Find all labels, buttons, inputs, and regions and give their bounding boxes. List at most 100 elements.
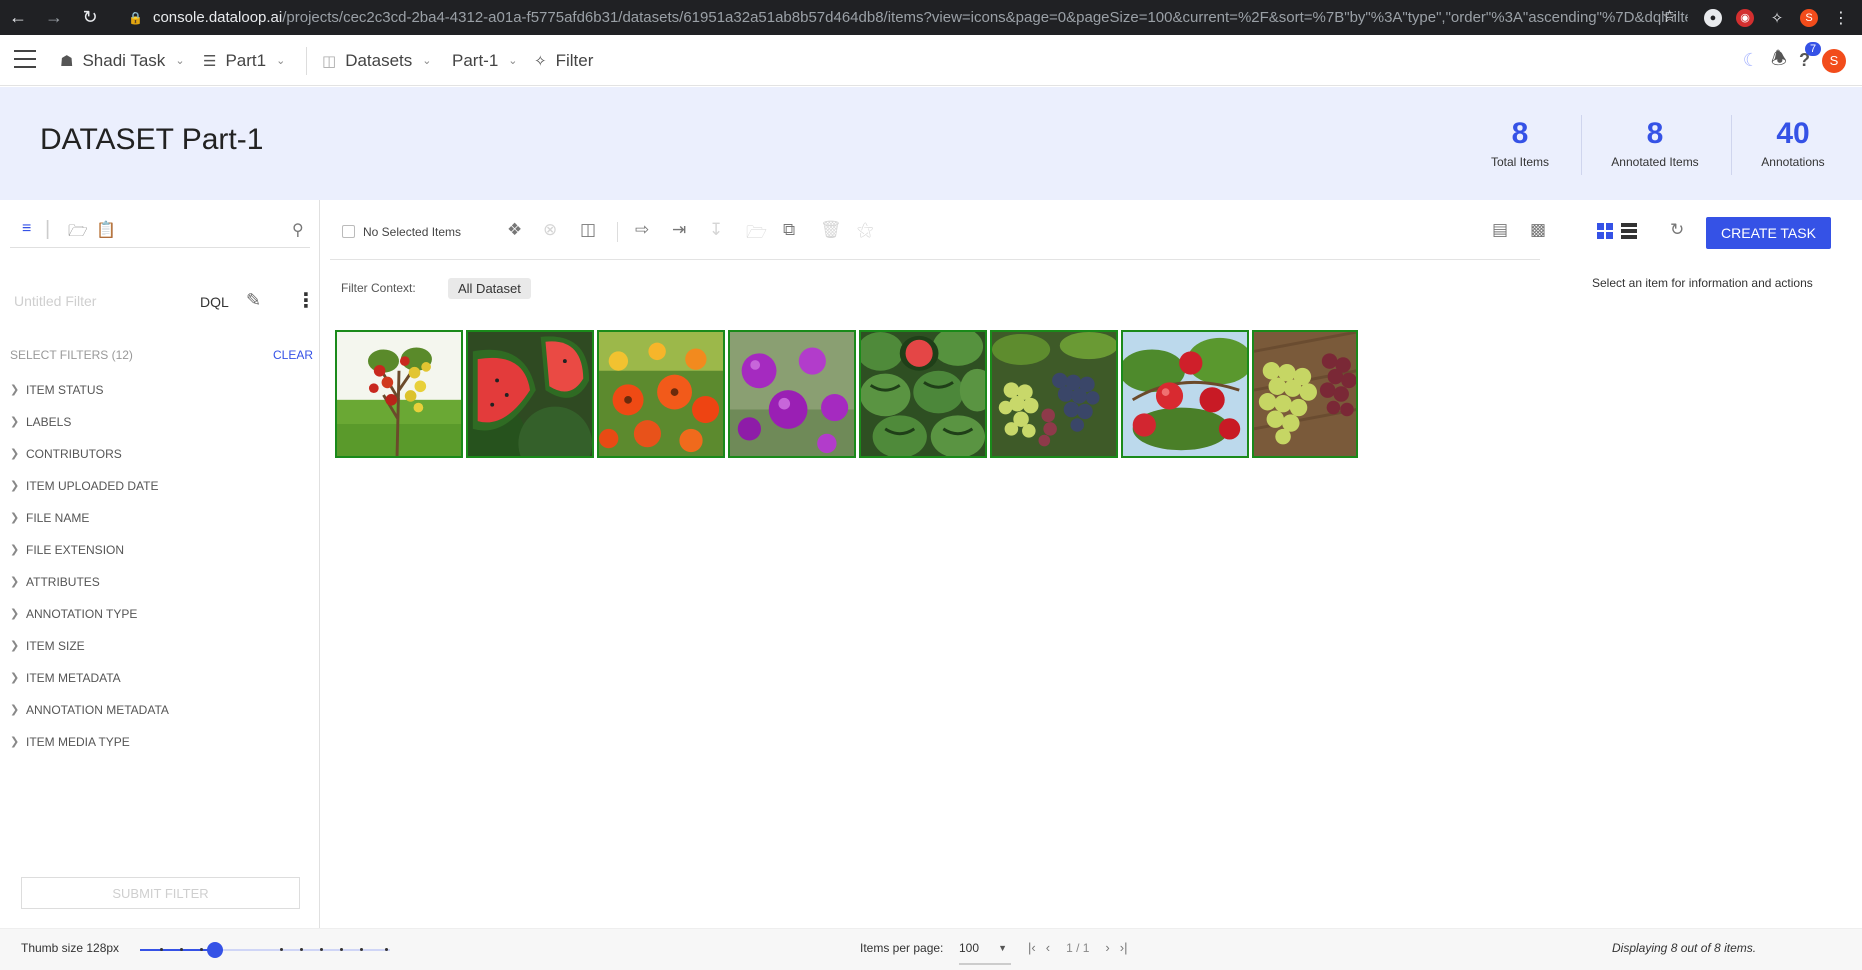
- search-icon[interactable]: ⚲: [292, 220, 304, 240]
- filter-context-chip[interactable]: All Dataset: [448, 278, 531, 299]
- filter-item[interactable]: ❯ ITEM SIZE: [10, 639, 169, 671]
- first-page-icon[interactable]: |‹: [1028, 940, 1036, 955]
- address-bar[interactable]: 🔒 console.dataloop.ai/projects/cec2c3cd-…: [118, 4, 1688, 31]
- submit-filter-button[interactable]: SUBMIT FILTER: [21, 877, 300, 909]
- filter-item-label: ITEM SIZE: [26, 639, 85, 653]
- filter-item-label: ITEM MEDIA TYPE: [26, 735, 130, 749]
- tag-icon[interactable]: ❖: [507, 220, 522, 240]
- details-panel-icon[interactable]: ▤: [1492, 220, 1508, 240]
- filter-item-label: ANNOTATION METADATA: [26, 703, 169, 717]
- filter-item-label: ITEM UPLOADED DATE: [26, 479, 159, 493]
- select-all-checkbox[interactable]: [342, 225, 355, 238]
- thumb-size-slider[interactable]: [140, 942, 390, 958]
- chevron-down-icon: ⌄: [276, 55, 286, 67]
- chevron-right-icon: ❯: [10, 480, 20, 492]
- filter-item[interactable]: ❯ CONTRIBUTORS: [10, 447, 169, 479]
- extension-shield-icon[interactable]: ●: [1704, 8, 1722, 27]
- project-selector[interactable]: ☗ Shadi Task ⌄: [60, 35, 185, 86]
- slider-tick: [200, 948, 203, 951]
- items-per-page-label: Items per page:: [860, 941, 944, 955]
- slider-fill: [140, 949, 215, 951]
- item-thumbnail[interactable]: [990, 330, 1118, 458]
- next-page-icon[interactable]: ›: [1105, 940, 1109, 955]
- filter-item[interactable]: ❯ ANNOTATION METADATA: [10, 703, 169, 735]
- filter-item[interactable]: ❯ FILE EXTENSION: [10, 543, 169, 575]
- item-thumbnail[interactable]: [728, 330, 856, 458]
- back-icon[interactable]: ←: [0, 0, 36, 35]
- filter-item-label: ATTRIBUTES: [26, 575, 100, 589]
- chevron-right-icon: ❯: [10, 416, 20, 428]
- filter-breadcrumb[interactable]: ✧ Filter: [534, 35, 593, 86]
- hamburger-menu-icon[interactable]: [14, 50, 36, 68]
- caret-down-icon: ▼: [998, 943, 1007, 953]
- more-options-icon[interactable]: ⋮: [296, 288, 316, 313]
- create-task-button[interactable]: CREATE TASK: [1706, 217, 1831, 249]
- filter-item[interactable]: ❯ ITEM METADATA: [10, 671, 169, 703]
- help-icon[interactable]: ? 7: [1799, 42, 1822, 71]
- folder-icon[interactable]: 🗁: [68, 220, 88, 247]
- clear-filters-button[interactable]: CLEAR: [273, 348, 313, 362]
- reload-icon[interactable]: ↻: [72, 0, 108, 35]
- stat-divider: [1581, 115, 1582, 175]
- filter-name-input[interactable]: Untitled Filter: [14, 293, 96, 309]
- item-thumbnail[interactable]: [466, 330, 594, 458]
- stat-label: Total Items: [1490, 155, 1550, 169]
- chevron-down-icon: ⌄: [422, 55, 432, 67]
- items-count-text: Displaying 8 out of 8 items.: [1612, 941, 1757, 955]
- filter-item-label: ITEM STATUS: [26, 383, 104, 397]
- filter-item[interactable]: ❯ FILE NAME: [10, 511, 169, 543]
- clone-icon[interactable]: ⧉: [783, 220, 795, 240]
- move-in-icon[interactable]: ⇨: [635, 220, 649, 240]
- extension-record-icon[interactable]: ◉: [1736, 8, 1754, 27]
- browser-profile-avatar[interactable]: S: [1800, 8, 1818, 27]
- slider-knob[interactable]: [207, 942, 223, 958]
- forward-icon[interactable]: →: [36, 0, 72, 35]
- filters-sliders-icon[interactable]: ≡: [22, 220, 31, 238]
- item-thumbnail[interactable]: [597, 330, 725, 458]
- filter-item[interactable]: ❯ ITEM UPLOADED DATE: [10, 479, 169, 511]
- annotate-icon[interactable]: ◫: [580, 220, 596, 240]
- analytics-chart-icon[interactable]: ▩: [1530, 220, 1546, 240]
- filter-item[interactable]: ❯ LABELS: [10, 415, 169, 447]
- layers-icon: ☰: [203, 52, 217, 70]
- edit-pencil-icon[interactable]: ✎: [246, 290, 261, 311]
- extensions-puzzle-icon[interactable]: ✧: [1768, 9, 1786, 27]
- list-view-icon[interactable]: [1621, 223, 1637, 239]
- filter-context-label: Filter Context:: [341, 281, 416, 295]
- filter-item[interactable]: ❯ ATTRIBUTES: [10, 575, 169, 607]
- last-page-icon[interactable]: ›|: [1120, 940, 1128, 955]
- info-panel-hint: Select an item for information and actio…: [1592, 276, 1813, 290]
- refresh-icon[interactable]: ↻: [1670, 220, 1684, 240]
- datasets-breadcrumb[interactable]: ◫ Datasets ⌄: [322, 35, 432, 86]
- dataset-breadcrumb[interactable]: Part-1 ⌄: [452, 35, 518, 86]
- items-per-page-select[interactable]: 100 ▼: [959, 935, 1011, 965]
- filter-item[interactable]: ❯ ITEM MEDIA TYPE: [10, 735, 169, 767]
- prev-page-icon[interactable]: ‹: [1046, 940, 1050, 955]
- item-thumbnail[interactable]: [1121, 330, 1249, 458]
- item-thumbnail[interactable]: [859, 330, 987, 458]
- browser-menu-icon[interactable]: ⋮: [1832, 9, 1850, 27]
- stat-value: 8: [1646, 117, 1664, 150]
- filter-item[interactable]: ❯ ITEM STATUS: [10, 383, 169, 415]
- filter-item-label: LABELS: [26, 415, 72, 429]
- grapes-image: [992, 332, 1116, 456]
- filter-item-label: ITEM METADATA: [26, 671, 121, 685]
- grid-view-icon[interactable]: [1597, 223, 1613, 239]
- dataset-label: Part-1: [452, 50, 499, 70]
- stat-value: 8: [1511, 117, 1529, 150]
- dark-mode-moon-icon[interactable]: ☾: [1743, 50, 1759, 71]
- lock-icon: 🔒: [128, 10, 143, 25]
- item-thumbnail[interactable]: [1252, 330, 1358, 458]
- notifications-bell-icon[interactable]: 🕭: [1771, 46, 1787, 76]
- user-avatar[interactable]: S: [1822, 48, 1846, 73]
- export-icon[interactable]: ⇥: [672, 220, 686, 240]
- items-grid: [335, 330, 1551, 458]
- filter-item[interactable]: ❯ ANNOTATION TYPE: [10, 607, 169, 639]
- bookmark-star-icon[interactable]: ☆: [1662, 7, 1677, 27]
- task-selector[interactable]: ☰ Part1 ⌄: [203, 35, 285, 86]
- clipboard-icon[interactable]: 📋: [96, 220, 116, 240]
- dql-toggle[interactable]: DQL: [200, 294, 229, 310]
- item-thumbnail[interactable]: [335, 330, 463, 458]
- appbar-divider: [306, 47, 307, 75]
- stat-label: Annotated Items: [1611, 155, 1699, 169]
